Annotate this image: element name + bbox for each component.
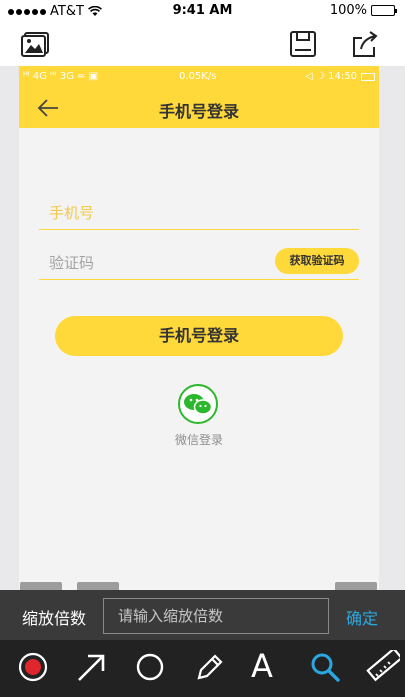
circle-icon[interactable] [133, 650, 167, 684]
image-icon[interactable] [20, 30, 50, 58]
zoom-search-icon[interactable] [308, 650, 342, 684]
login-button[interactable]: 手机号登录 [55, 316, 343, 356]
save-icon[interactable] [288, 30, 318, 58]
editor-toolbar [0, 22, 405, 66]
arrow-icon[interactable] [75, 650, 109, 684]
android-net-speed: 0.05K/s [179, 71, 217, 82]
record-dot-icon[interactable] [16, 650, 50, 684]
wechat-login-label: 微信登录 [174, 433, 223, 447]
android-signal: ᴴᴵ 4G ᴴᴵ 3G ≈ ▣ [23, 71, 99, 82]
code-field[interactable]: 验证码 获取验证码 [39, 240, 359, 280]
zoom-bar: 缩放倍数 确定 [0, 590, 405, 640]
text-icon[interactable]: A [251, 646, 285, 685]
android-battery-icon [361, 73, 375, 81]
phone-field[interactable]: 手机号 [39, 190, 359, 230]
battery-percent: 100% [329, 3, 367, 18]
get-code-button[interactable]: 获取验证码 [275, 248, 359, 274]
android-clock: ◁ ☽ 14:50 [305, 71, 357, 82]
drawing-tool-bar: A [0, 640, 405, 697]
ruler-icon[interactable] [366, 650, 400, 684]
phone-placeholder: 手机号 [49, 204, 95, 222]
battery-icon [371, 5, 397, 16]
page-title: 手机号登录 [158, 102, 239, 121]
zoom-input[interactable] [103, 598, 329, 634]
ios-status-bar: AT&T 9:41 AM 100% [0, 0, 405, 22]
zoom-label: 缩放倍数 [22, 609, 87, 628]
share-icon[interactable] [350, 30, 380, 58]
wechat-icon[interactable] [174, 384, 222, 424]
code-placeholder: 验证码 [49, 254, 95, 272]
screenshot-canvas[interactable]: ᴴᴵ 4G ᴴᴵ 3G ≈ ▣ 0.05K/s ◁ ☽ 14:50 手机号登录 … [19, 66, 379, 656]
android-status-bar: ᴴᴵ 4G ᴴᴵ 3G ≈ ▣ 0.05K/s ◁ ☽ 14:50 [19, 66, 379, 88]
app-header: 手机号登录 [19, 88, 379, 128]
zoom-confirm-button[interactable]: 确定 [346, 605, 378, 629]
battery-group: 100% [329, 3, 397, 18]
pen-icon[interactable] [191, 650, 225, 684]
